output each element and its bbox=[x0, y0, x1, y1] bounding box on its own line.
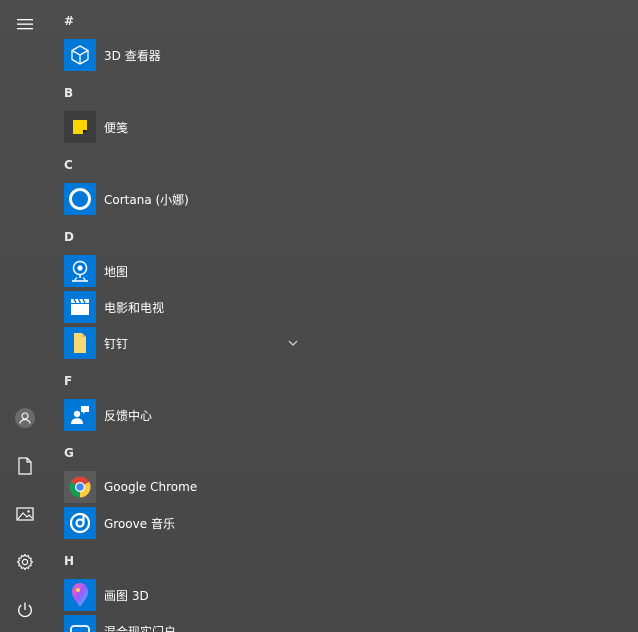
app-paint-3d[interactable]: 画图 3D bbox=[64, 578, 304, 612]
app-label: 混合现实门户 bbox=[104, 624, 177, 632]
user-icon bbox=[15, 408, 35, 428]
power-icon bbox=[18, 602, 32, 618]
chrome-icon bbox=[69, 476, 91, 498]
section-header-f[interactable]: F bbox=[64, 371, 72, 391]
app-cortana[interactable]: Cortana (小娜) bbox=[64, 182, 304, 216]
map-pin-icon bbox=[72, 260, 88, 282]
app-sticky-notes[interactable]: 便笺 bbox=[64, 110, 304, 144]
app-maps[interactable]: 地图 bbox=[64, 254, 304, 288]
app-label: 画图 3D bbox=[104, 588, 149, 603]
chevron-down-icon[interactable] bbox=[286, 336, 300, 350]
document-icon bbox=[18, 457, 32, 475]
app-label: 3D 查看器 bbox=[104, 48, 161, 63]
app-mixed-reality-portal[interactable]: 混合现实门户 bbox=[64, 614, 304, 632]
power-button[interactable] bbox=[0, 586, 50, 632]
sticky-note-icon bbox=[73, 120, 87, 134]
pictures-icon bbox=[16, 507, 34, 521]
hamburger-icon bbox=[17, 19, 33, 30]
app-list: # 3D 查看器 B 便笺 C Cortana (小娜) D 地图 电影和电视 … bbox=[64, 0, 314, 632]
documents-button[interactable] bbox=[0, 442, 50, 490]
app-label: Groove 音乐 bbox=[104, 516, 175, 531]
app-label: Cortana (小娜) bbox=[104, 192, 189, 207]
app-label: 反馈中心 bbox=[104, 408, 153, 423]
headset-icon bbox=[70, 625, 90, 632]
start-rail bbox=[0, 0, 50, 632]
pictures-button[interactable] bbox=[0, 490, 50, 538]
gear-icon bbox=[16, 553, 34, 571]
section-header-c[interactable]: C bbox=[64, 155, 73, 175]
section-header-g[interactable]: G bbox=[64, 443, 74, 463]
app-label: 地图 bbox=[104, 264, 129, 279]
section-header-b[interactable]: B bbox=[64, 83, 73, 103]
groove-disc-icon bbox=[69, 512, 91, 534]
app-groove-music[interactable]: Groove 音乐 bbox=[64, 506, 304, 540]
app-label: 钉钉 bbox=[104, 336, 129, 351]
user-account-button[interactable] bbox=[0, 394, 50, 442]
section-header-hash[interactable]: # bbox=[64, 11, 74, 31]
app-label: Google Chrome bbox=[104, 480, 198, 494]
folder-icon bbox=[74, 333, 86, 353]
app-feedback-hub[interactable]: 反馈中心 bbox=[64, 398, 304, 432]
cortana-ring-icon bbox=[69, 188, 91, 210]
clapperboard-icon bbox=[71, 298, 89, 315]
app-label: 便笺 bbox=[104, 120, 129, 135]
paint-3d-icon bbox=[72, 583, 88, 607]
cube-3d-icon bbox=[71, 45, 89, 65]
feedback-person-icon bbox=[71, 406, 89, 424]
settings-button[interactable] bbox=[0, 538, 50, 586]
app-movies-tv[interactable]: 电影和电视 bbox=[64, 290, 304, 324]
hamburger-menu-button[interactable] bbox=[0, 0, 50, 48]
app-3d-viewer[interactable]: 3D 查看器 bbox=[64, 38, 304, 72]
section-header-d[interactable]: D bbox=[64, 227, 74, 247]
section-header-h[interactable]: H bbox=[64, 551, 74, 571]
app-dingtalk-folder[interactable]: 钉钉 bbox=[64, 326, 304, 360]
app-google-chrome[interactable]: Google Chrome bbox=[64, 470, 304, 504]
app-label: 电影和电视 bbox=[104, 300, 165, 315]
